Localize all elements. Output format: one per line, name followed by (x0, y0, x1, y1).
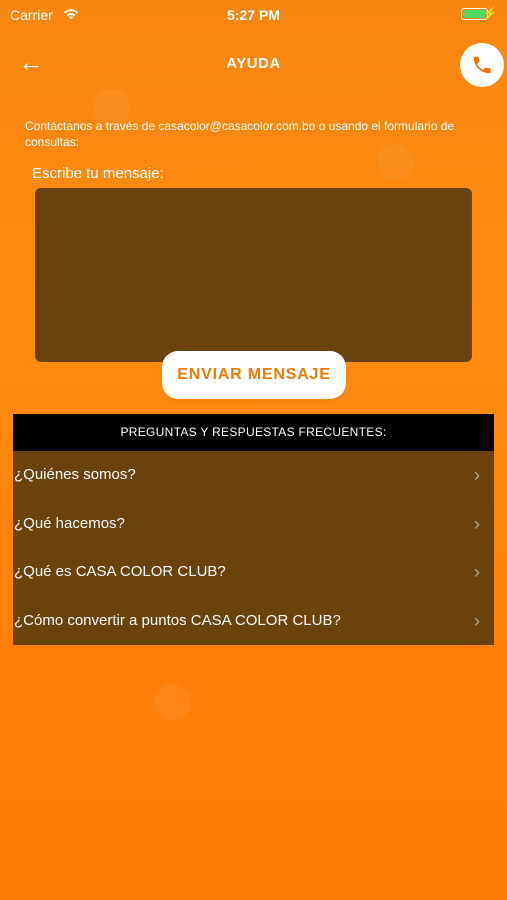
faq-item-label: ¿Qué es CASA COLOR CLUB? (14, 563, 226, 580)
carrier-label: Carrier (10, 7, 53, 23)
send-message-button[interactable]: ENVIAR MENSAJE (162, 351, 346, 399)
chevron-right-icon: › (474, 610, 480, 631)
status-bar: Carrier 5:27 PM ⚡ (0, 0, 507, 30)
faq-item-convertir-puntos[interactable]: ¿Cómo convertir a puntos CASA COLOR CLUB… (13, 597, 494, 646)
faq-item-label: ¿Cómo convertir a puntos CASA COLOR CLUB… (14, 611, 341, 629)
contact-info-text: Contáctanos a través de casacolor@casaco… (25, 119, 455, 149)
faq-list: ¿Quiénes somos? › ¿Qué hacemos? › ¿Qué e… (13, 451, 494, 645)
wifi-icon (63, 9, 79, 20)
chevron-right-icon: › (474, 513, 480, 534)
faq-item-casa-color-club[interactable]: ¿Qué es CASA COLOR CLUB? › (13, 548, 494, 597)
back-button[interactable]: ← (18, 47, 44, 77)
faq-item-label: ¿Qué hacemos? (14, 514, 125, 532)
charging-icon: ⚡ (483, 6, 498, 20)
message-label: Escribe tu mensaje: (32, 165, 164, 182)
phone-button[interactable] (460, 43, 504, 87)
chevron-right-icon: › (474, 465, 480, 485)
status-time: 5:27 PM (227, 7, 280, 23)
chevron-right-icon: › (474, 562, 480, 582)
phone-icon (473, 56, 491, 74)
message-input[interactable] (35, 188, 472, 362)
back-arrow-icon: ← (18, 47, 44, 77)
faq-item-quienes-somos[interactable]: ¿Quiénes somos? › (13, 451, 494, 500)
faq-item-label: ¿Quiénes somos? (14, 466, 136, 483)
faq-item-que-hacemos[interactable]: ¿Qué hacemos? › (13, 500, 494, 549)
faq-title: PREGUNTAS Y RESPUESTAS FRECUENTES: (13, 414, 494, 451)
faq-section: PREGUNTAS Y RESPUESTAS FRECUENTES: ¿Quié… (13, 414, 494, 645)
top-bar: ← AYUDA (0, 40, 507, 90)
page-title: AYUDA (226, 55, 281, 72)
